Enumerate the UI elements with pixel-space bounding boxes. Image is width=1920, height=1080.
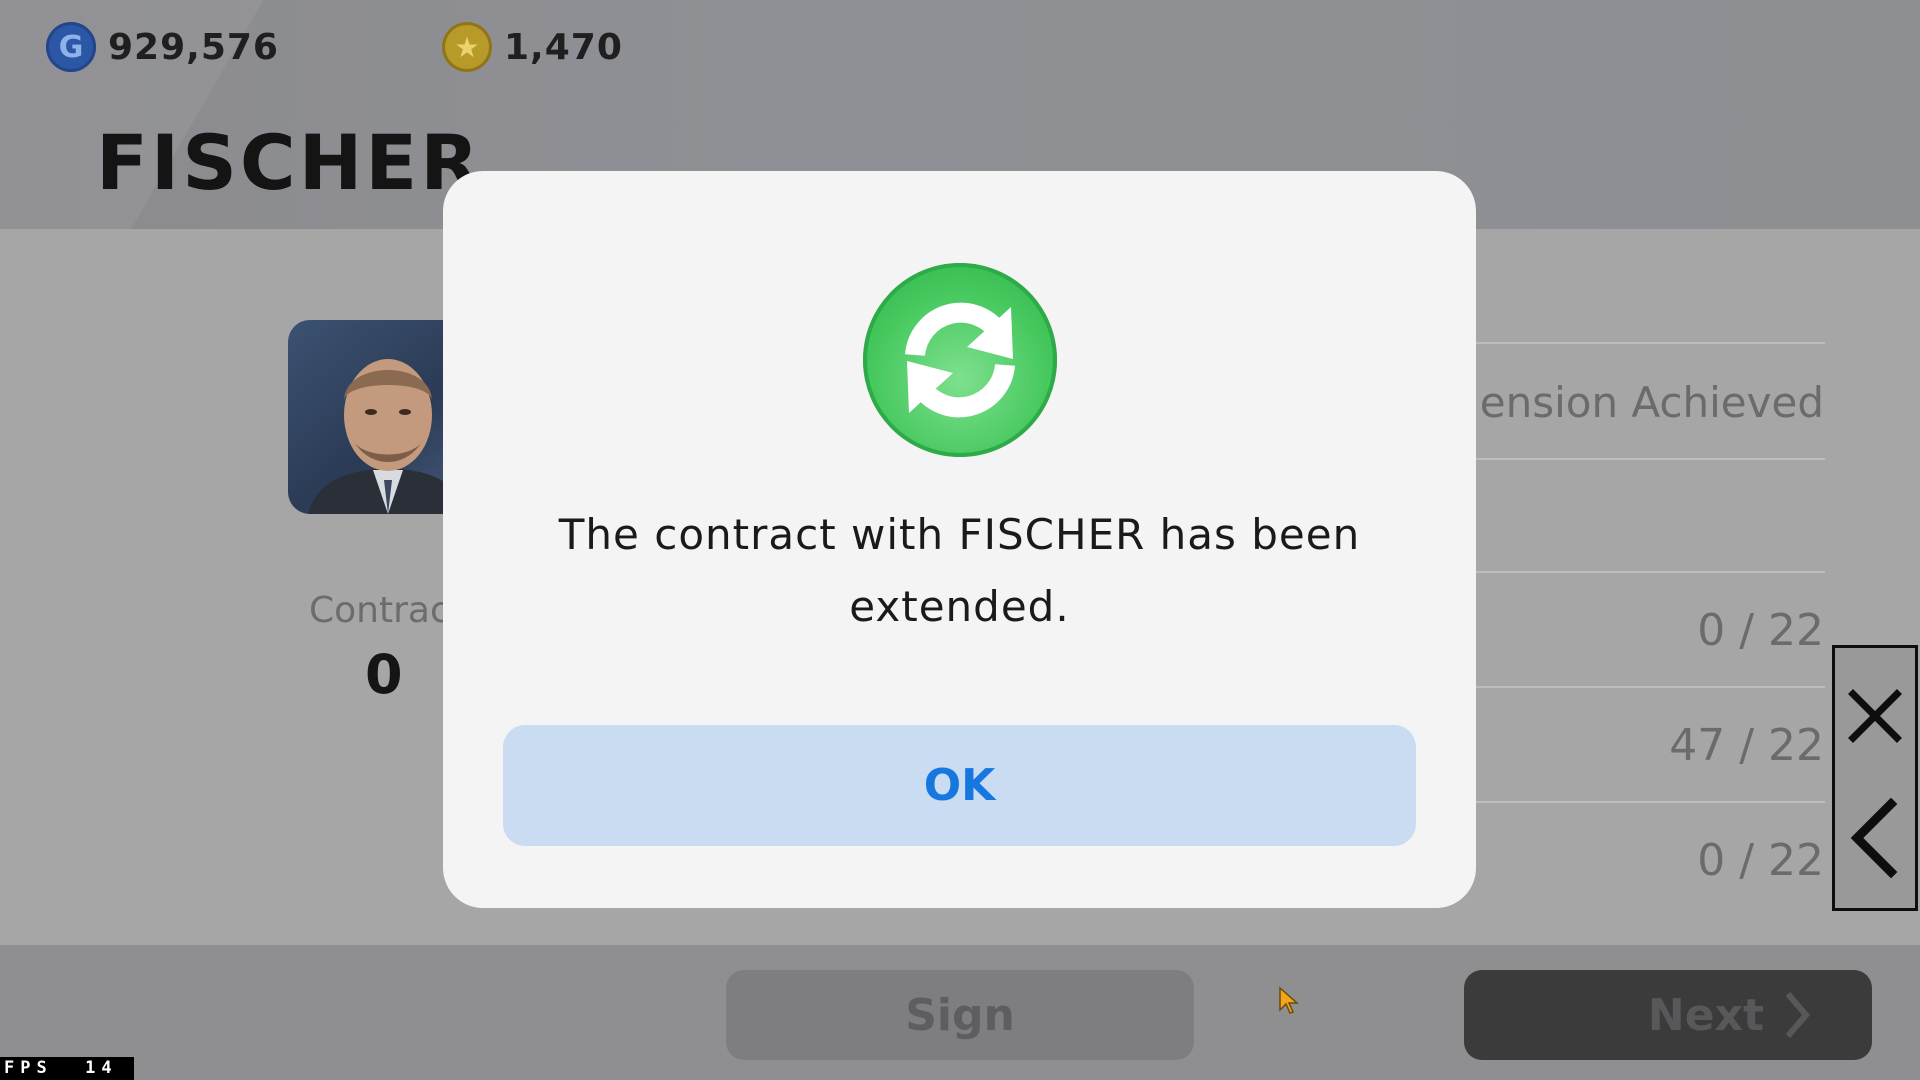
close-icon bbox=[1848, 689, 1902, 743]
coin-balance: ★ 1,470 bbox=[442, 22, 623, 72]
side-controls bbox=[1832, 645, 1918, 911]
gp-balance: G 929,576 bbox=[46, 22, 279, 72]
ok-button-label: OK bbox=[923, 760, 996, 811]
fps-counter: FPS 14 bbox=[0, 1057, 134, 1080]
dialog-message: The contract with FISCHER has been exten… bbox=[558, 510, 1361, 631]
row-divider bbox=[1440, 342, 1825, 344]
chevron-left-icon bbox=[1850, 798, 1898, 878]
star-coin-icon: ★ bbox=[442, 22, 492, 72]
stat-value: 0 / 22 bbox=[1697, 605, 1824, 656]
row-divider bbox=[1440, 801, 1825, 803]
chevron-right-icon bbox=[1785, 992, 1810, 1038]
player-name-title: FISCHER bbox=[96, 118, 482, 207]
contract-value: 0 bbox=[365, 643, 403, 706]
coin-value: 1,470 bbox=[504, 26, 623, 68]
mouse-cursor-icon bbox=[1279, 986, 1299, 1014]
close-button[interactable] bbox=[1835, 656, 1915, 776]
next-button[interactable]: Next bbox=[1464, 970, 1872, 1060]
row-divider bbox=[1440, 571, 1825, 573]
contract-extended-dialog: The contract with FISCHER has been exten… bbox=[443, 171, 1476, 908]
contract-label: Contrac bbox=[309, 590, 450, 631]
extension-achieved-text: ension Achieved bbox=[1479, 378, 1824, 427]
back-button[interactable] bbox=[1835, 778, 1915, 898]
stat-value: 0 / 22 bbox=[1697, 835, 1824, 886]
sign-button[interactable]: Sign bbox=[726, 970, 1194, 1060]
gp-coin-icon: G bbox=[46, 22, 96, 72]
refresh-icon bbox=[863, 263, 1057, 457]
gp-value: 929,576 bbox=[108, 26, 279, 68]
row-divider bbox=[1440, 458, 1825, 460]
next-button-label: Next bbox=[1647, 989, 1764, 1041]
sign-button-label: Sign bbox=[905, 989, 1015, 1041]
stat-value: 47 / 22 bbox=[1669, 720, 1824, 771]
row-divider bbox=[1440, 686, 1825, 688]
ok-button[interactable]: OK bbox=[503, 725, 1416, 846]
